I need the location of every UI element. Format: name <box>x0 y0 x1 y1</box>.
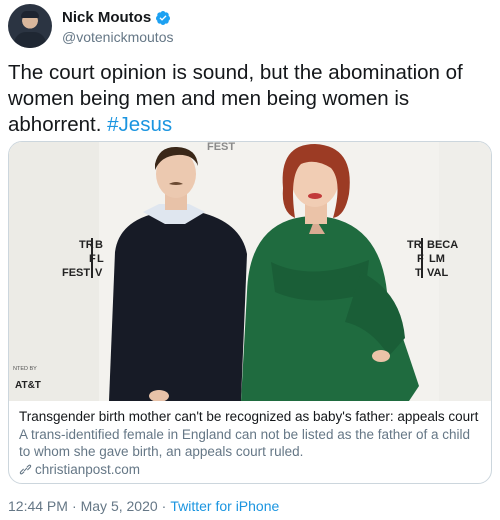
tweet-date[interactable]: May 5, 2020 <box>81 498 158 514</box>
backdrop-sponsor: AT&T <box>15 380 41 391</box>
tweet-meta: 12:44 PM · May 5, 2020 · Twitter for iPh… <box>8 498 279 514</box>
avatar[interactable] <box>8 4 52 48</box>
card-description: A trans-identified female in England can… <box>19 427 471 459</box>
card-image[interactable]: FEST TR B F L FEST V TR BECA F LM T VAL … <box>9 142 491 401</box>
author-handle[interactable]: @votenickmoutos <box>62 29 173 45</box>
hashtag-link[interactable]: #Jesus <box>107 113 172 136</box>
meta-separator-2: · <box>161 498 167 514</box>
author-name[interactable]: Nick Moutos <box>62 9 151 26</box>
card-body: Transgender birth mother can't be recogn… <box>19 408 483 478</box>
verified-badge-icon <box>156 10 171 25</box>
link-icon <box>19 464 32 475</box>
card-domain: christianpost.com <box>35 462 141 477</box>
tweet-time[interactable]: 12:44 PM <box>8 498 68 514</box>
event-photo: FEST TR B F L FEST V TR BECA F LM T VAL … <box>9 142 491 401</box>
backdrop-top-logo: FEST <box>207 142 235 153</box>
meta-separator: · <box>71 498 77 514</box>
backdrop-right-logo-6: VAL <box>427 267 448 279</box>
backdrop-sponsor-small: NTED BY <box>13 366 37 372</box>
card-domain-row: christianpost.com <box>19 461 483 478</box>
backdrop-right-logo-4: LM <box>429 253 445 265</box>
tweet-body: The court opinion is sound, but the abom… <box>8 61 463 136</box>
backdrop-right-logo-2: BECA <box>427 239 458 251</box>
backdrop-left-logo-5: FEST <box>62 267 90 279</box>
tweet-source-link[interactable]: Twitter for iPhone <box>170 498 279 514</box>
backdrop-right-logo-5: T <box>415 267 422 279</box>
tweet-text: The court opinion is sound, but the abom… <box>8 60 492 138</box>
link-preview-card[interactable]: FEST TR B F L FEST V TR BECA F LM T VAL … <box>8 141 492 484</box>
backdrop-left-logo-6: V <box>95 267 103 279</box>
tweet-header: Nick Moutos @votenickmoutos <box>8 4 488 48</box>
author-name-row: Nick Moutos <box>62 9 171 26</box>
backdrop-left-logo-4: L <box>97 253 104 265</box>
card-title[interactable]: Transgender birth mother can't be recogn… <box>19 408 483 425</box>
backdrop-left-logo-2: B <box>95 239 103 251</box>
backdrop-right-logo-1: TR <box>407 239 422 251</box>
